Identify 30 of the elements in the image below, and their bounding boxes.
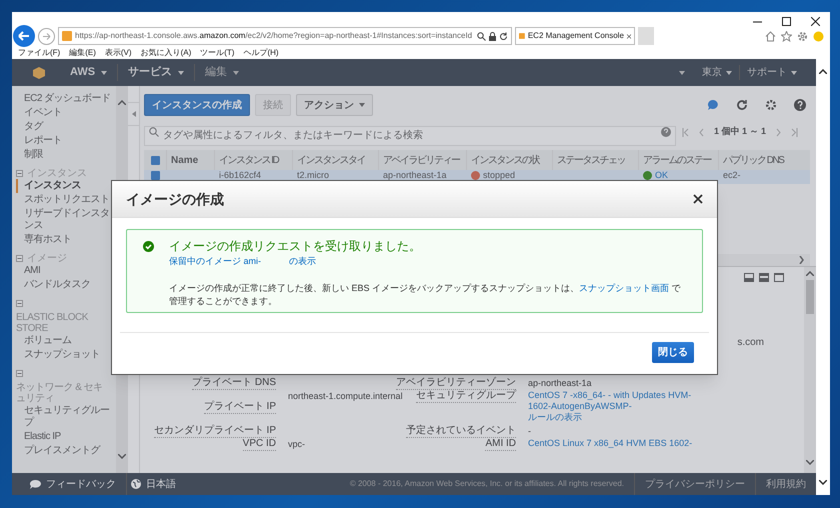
pagination-text: 1 個中 1 ～ 1: [714, 125, 766, 138]
copyright-text: © 2008 - 2016, Amazon Web Services, Inc. or its affiliates. All rights reserved.: [350, 478, 624, 490]
modal-title: イメージの作成: [126, 190, 224, 208]
detail-label: VPC ID: [242, 438, 276, 451]
detail-label: 予定されているイベント: [406, 425, 516, 438]
table-cell: stopped: [483, 170, 516, 181]
success-message: イメージの作成リクエストを受け取りました。: [169, 239, 422, 254]
detail-label: プライベート IP: [204, 401, 276, 414]
table-cell: ec2-: [723, 170, 741, 181]
table-cell: i-6b162cf4: [219, 170, 262, 181]
detail-value: -: [528, 425, 531, 437]
detail-label: AMI ID: [485, 438, 516, 451]
section-heading: ELASTIC BLOCK STORE: [16, 312, 90, 334]
detail-value: s.com: [737, 336, 764, 350]
detail-value: northeast-1.compute.internal: [288, 390, 403, 402]
section-heading: ネットワーク & セキュリティ: [16, 382, 104, 404]
detail-label: セカンダリプライベート IP: [154, 425, 276, 438]
detail-label: アベイラビリティーゾーン: [396, 377, 516, 390]
message-text: イメージの作成が正常に終了した後、新しい EBS イメージをバックアップするスナップショットは、スナップショット画面 で管理することができます。: [169, 282, 682, 308]
tab-title: EC2 Management Console: [528, 30, 624, 42]
table-cell: ap-northeast-1a: [383, 170, 447, 181]
detail-value: ap-northeast-1a: [528, 377, 592, 389]
detail-value: vpc-: [288, 438, 306, 450]
url-text: https://ap-northeast-1.console.aws.amazon.com/ec2/v2/home?region=ap-northeast-1#Instances:sort=instanceId: [75, 30, 474, 42]
detail-label: セキュリティグループ: [416, 390, 516, 403]
section-heading: イメージ: [27, 252, 67, 266]
table-cell: OK: [655, 170, 668, 181]
section-heading: インスタンス: [27, 166, 87, 180]
detail-label: プライベート DNS: [192, 377, 276, 390]
table-cell: t2.micro: [297, 170, 330, 181]
